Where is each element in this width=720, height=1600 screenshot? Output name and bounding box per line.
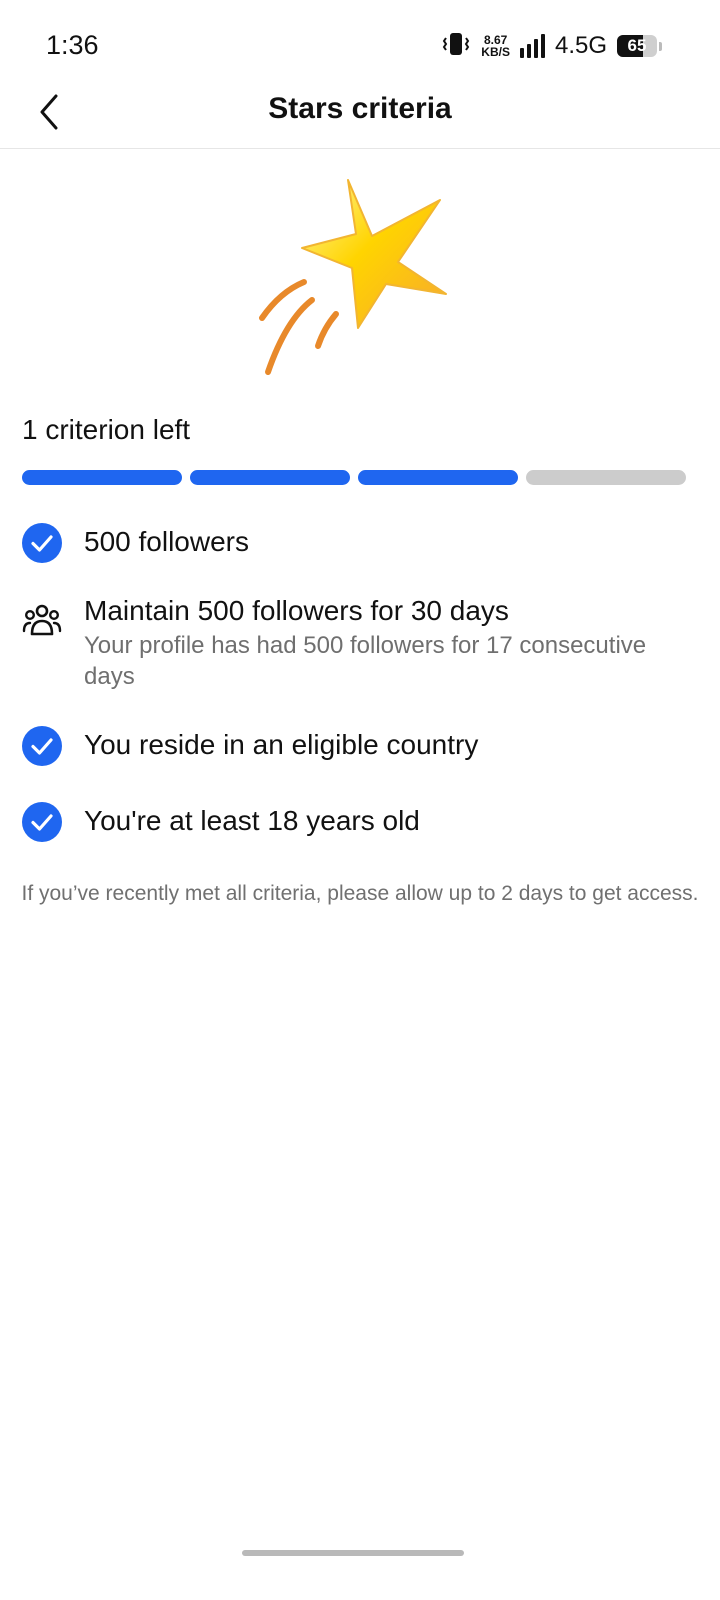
battery-cap [659, 41, 662, 51]
people-icon [22, 600, 62, 640]
page-title: Stars criteria [268, 92, 452, 125]
progress-label: 1 criterion left [22, 414, 191, 445]
criterion-title: You're at least 18 years old [84, 805, 420, 836]
status-icons: 8.67 KB/S 4.5G 65 [441, 30, 662, 62]
progress-segment-pending [526, 470, 686, 485]
progress-segment-complete [190, 470, 350, 485]
criterion-detail: Your profile has had 500 followers for 1… [84, 632, 647, 690]
home-indicator[interactable] [242, 1550, 464, 1556]
check-circle-icon [22, 523, 62, 563]
progress-segment-complete [358, 470, 518, 485]
signal-icon [519, 34, 545, 58]
battery-icon: 65 [617, 35, 657, 57]
check-circle-icon [22, 802, 62, 842]
criterion-title: You reside in an eligible country [84, 729, 479, 760]
shooting-star-icon [250, 170, 460, 380]
vibrate-icon [441, 31, 471, 62]
criterion-text: You reside in an eligible country [84, 728, 680, 762]
network-type: 4.5G [554, 32, 607, 59]
network-speed-unit: KB/S [481, 45, 510, 59]
check-circle-icon [22, 726, 62, 766]
criterion-title: Maintain 500 followers for 30 days [84, 595, 509, 626]
battery-level: 65 [627, 36, 647, 55]
status-time: 1:36 [46, 30, 99, 60]
network-speed: 8.67 KB/S [481, 34, 510, 58]
footer-note: If you’ve recently met all criteria, ple… [21, 882, 699, 905]
criterion-text: You're at least 18 years old [84, 804, 680, 838]
criterion-text: Maintain 500 followers for 30 days Your … [84, 594, 680, 692]
progress-segment-complete [22, 470, 182, 485]
header: Stars criteria [0, 78, 720, 149]
criterion-title: 500 followers [84, 526, 249, 557]
criterion-text: 500 followers [84, 525, 680, 559]
progress-bar [22, 470, 686, 485]
